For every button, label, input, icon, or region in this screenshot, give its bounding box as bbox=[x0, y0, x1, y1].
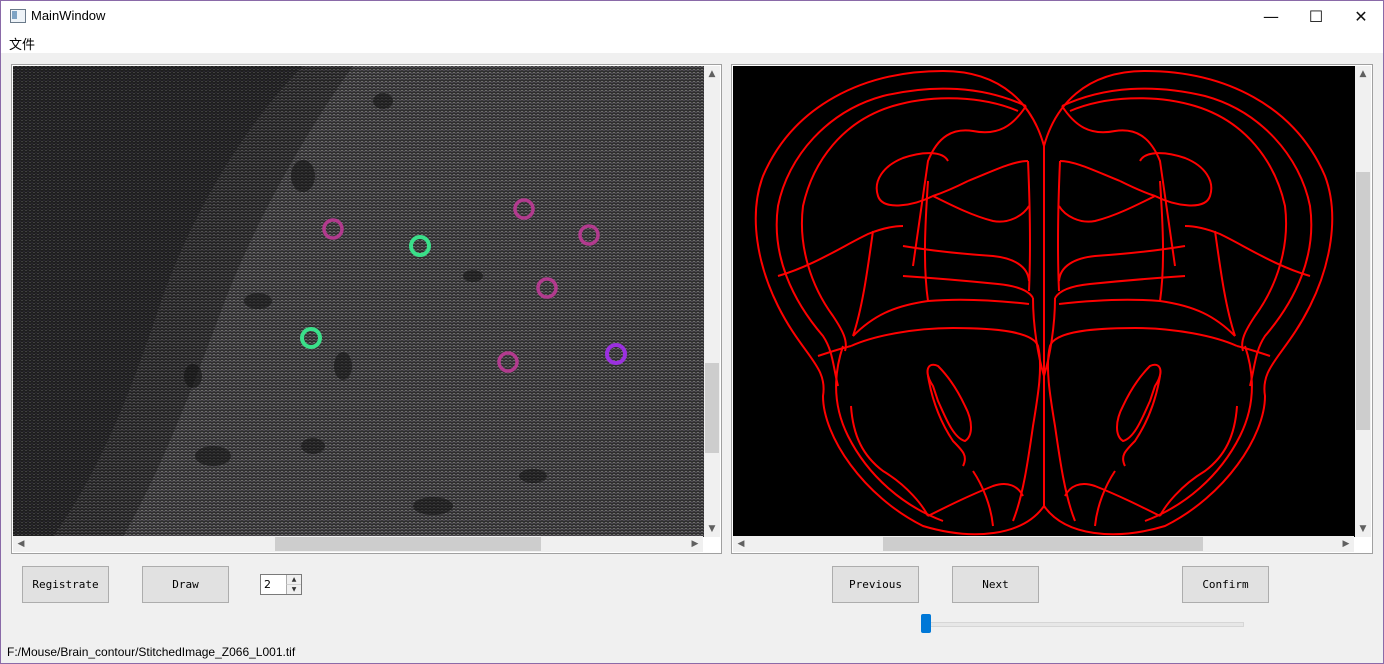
layer-spinbox[interactable]: 2 ▲ ▼ bbox=[260, 574, 302, 595]
stitched-image bbox=[13, 66, 705, 537]
scroll-left-icon[interactable]: ◀ bbox=[733, 536, 749, 552]
status-file-path: F:/Mouse/Brain_contour/StitchedImage_Z06… bbox=[7, 645, 296, 659]
spin-down-icon[interactable]: ▼ bbox=[286, 585, 301, 594]
right-contour-view[interactable]: ▲ ▼ ◀ ▶ bbox=[731, 64, 1373, 554]
scroll-thumb[interactable] bbox=[883, 537, 1203, 551]
slice-slider-handle[interactable] bbox=[921, 614, 931, 633]
scroll-left-icon[interactable]: ◀ bbox=[13, 536, 29, 552]
brain-contour-canvas bbox=[754, 70, 1334, 536]
scroll-down-icon[interactable]: ▼ bbox=[704, 521, 720, 537]
right-horizontal-scrollbar[interactable]: ◀ ▶ bbox=[733, 536, 1354, 552]
scroll-up-icon[interactable]: ▲ bbox=[1355, 66, 1371, 82]
scroll-up-icon[interactable]: ▲ bbox=[704, 66, 720, 82]
scroll-thumb[interactable] bbox=[1356, 172, 1370, 430]
spinbox-value[interactable]: 2 bbox=[264, 578, 271, 591]
scroll-thumb[interactable] bbox=[705, 363, 719, 453]
menu-bar: 文件 bbox=[1, 31, 1383, 53]
minimize-button[interactable]: — bbox=[1248, 1, 1294, 31]
left-image-view[interactable]: ▲ ▼ ◀ ▶ bbox=[11, 64, 722, 554]
close-button[interactable]: ✕ bbox=[1338, 1, 1384, 31]
left-horizontal-scrollbar[interactable]: ◀ ▶ bbox=[13, 536, 703, 552]
maximize-button[interactable]: ☐ bbox=[1293, 1, 1339, 31]
title-bar: MainWindow — ☐ ✕ bbox=[1, 1, 1383, 31]
app-icon bbox=[10, 9, 26, 23]
scroll-down-icon[interactable]: ▼ bbox=[1355, 521, 1371, 537]
draw-button[interactable]: Draw bbox=[142, 566, 229, 603]
scroll-thumb[interactable] bbox=[275, 537, 541, 551]
slice-slider-track[interactable] bbox=[925, 622, 1244, 627]
right-vertical-scrollbar[interactable]: ▲ ▼ bbox=[1355, 66, 1371, 537]
brain-contour-image bbox=[733, 66, 1355, 537]
menu-item-file[interactable]: 文件 bbox=[9, 34, 35, 53]
registrate-button[interactable]: Registrate bbox=[22, 566, 109, 603]
left-vertical-scrollbar[interactable]: ▲ ▼ bbox=[704, 66, 720, 537]
next-button[interactable]: Next bbox=[952, 566, 1039, 603]
stitched-image-canvas bbox=[13, 66, 705, 537]
confirm-button[interactable]: Confirm bbox=[1182, 566, 1269, 603]
scroll-right-icon[interactable]: ▶ bbox=[687, 536, 703, 552]
window-title: MainWindow bbox=[31, 8, 106, 23]
spin-up-icon[interactable]: ▲ bbox=[286, 575, 301, 585]
previous-button[interactable]: Previous bbox=[832, 566, 919, 603]
scroll-right-icon[interactable]: ▶ bbox=[1338, 536, 1354, 552]
